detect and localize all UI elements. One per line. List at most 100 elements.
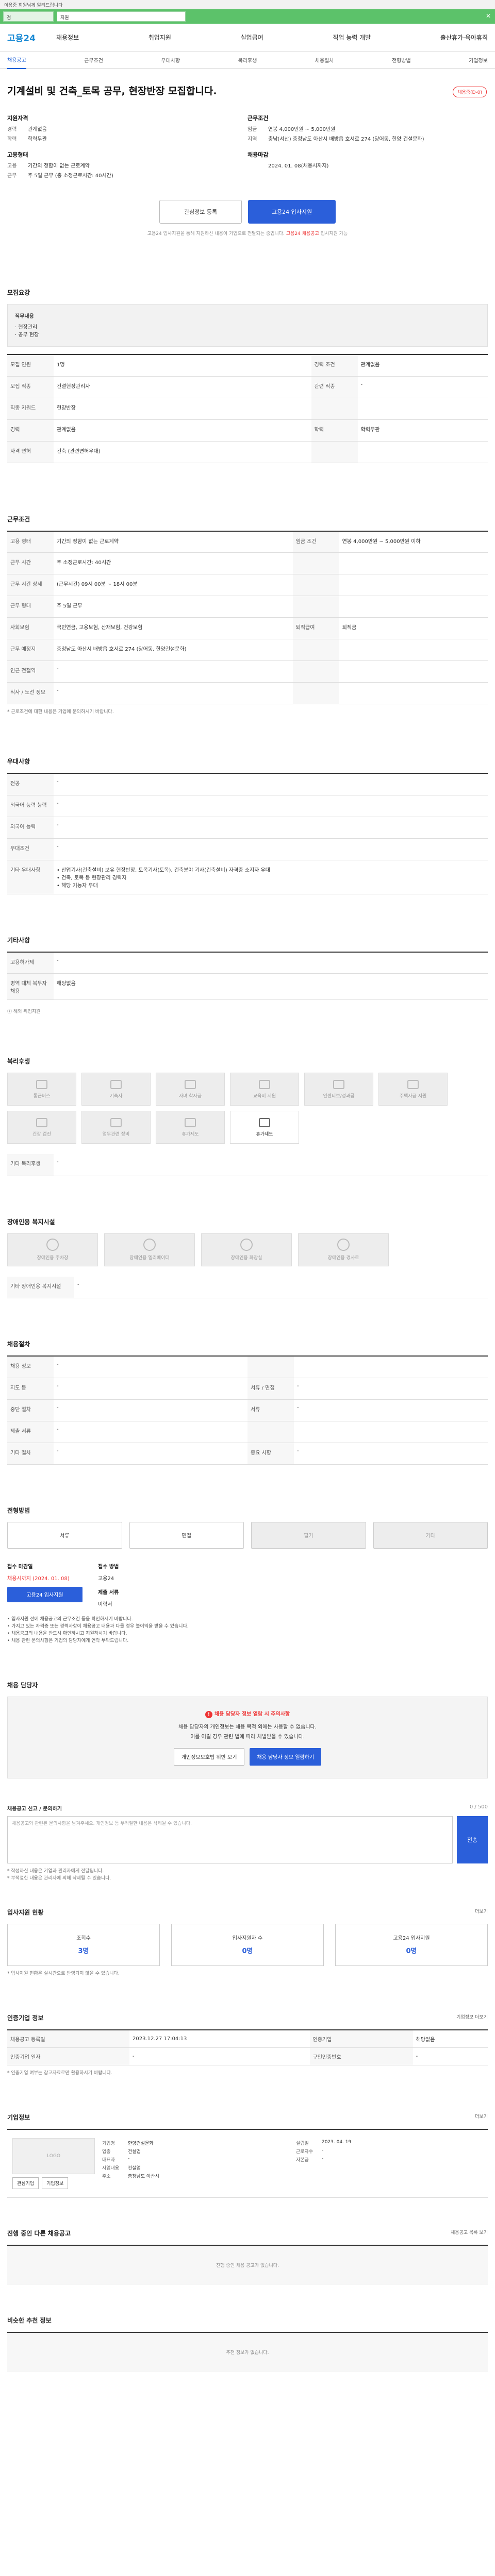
tab[interactable]: 기업정보 <box>469 56 488 64</box>
welfare-item: 인센티브/성과급 <box>304 1073 373 1106</box>
submit-button[interactable]: 전송 <box>457 1816 488 1863</box>
table-header: 자격 면허 <box>7 441 54 463</box>
info-row: 사업내용 건설업 <box>102 2164 289 2171</box>
table-cell: 현장반장 <box>54 398 311 420</box>
value: 고용24 <box>98 1575 114 1582</box>
close-icon[interactable]: ✕ <box>486 12 491 20</box>
table-header: 근무 시간 <box>7 552 54 574</box>
tab[interactable]: 전형방법 <box>392 56 411 64</box>
more-link[interactable]: 더보기 <box>475 1908 488 1914</box>
company-info-button[interactable]: 기업정보 <box>42 2177 69 2189</box>
table-header: 모집 직종 <box>7 376 54 398</box>
section-title: 진행 중인 다른 채용공고 <box>7 2229 71 2237</box>
apply-button[interactable]: 고용24 입사지원 <box>248 200 336 224</box>
facility-label: 장애인용 화장실 <box>230 1256 262 1261</box>
bullet-item: 채용 관련 문의사항은 기업의 담당자에게 연락 부탁드립니다. <box>7 1637 488 1645</box>
table-cell: - <box>54 817 488 839</box>
table-cell <box>357 441 488 463</box>
table-cell: 기간의 정함이 없는 근로계약 <box>54 531 293 553</box>
label: 지역 <box>248 137 257 142</box>
info-row: 자본금 - <box>296 2156 483 2163</box>
welfare-item: 휴가제도 <box>156 1111 225 1144</box>
more-link[interactable]: 기업정보 더보기 <box>456 2013 488 2020</box>
apply-button[interactable]: 고용24 입사지원 <box>7 1586 82 1602</box>
overseas-link[interactable]: ⓘ 해외 취업지원 <box>7 1008 488 1015</box>
tab[interactable]: 우대사항 <box>161 56 180 64</box>
welfare-item: 건강 검진 <box>7 1111 76 1144</box>
favorite-company-button[interactable]: 관심기업 <box>12 2177 39 2189</box>
table-header: 고용허가제 <box>7 952 54 974</box>
logo[interactable]: 고용24 <box>7 31 36 44</box>
info-row: 근로자수 - <box>296 2148 483 2155</box>
welfare-item: 기숙사 <box>81 1073 151 1106</box>
search-type[interactable]: 검 <box>3 11 54 22</box>
table-cell: - <box>54 1399 248 1421</box>
page-title: 기계설비 및 건축_토목 공무, 현장반장 모집합니다. <box>7 86 217 97</box>
table-cell <box>294 1356 488 1378</box>
save-button[interactable]: 관심정보 등록 <box>159 200 242 224</box>
section-tabs: 채용공고 근무조건 우대사항 복리후생 채용절차 전형방법 기업정보 <box>0 52 495 69</box>
table-header: 병역 대체 복무자 채용 <box>7 973 54 1000</box>
value: 충청남도 아산시 <box>128 2174 159 2179</box>
section-title: 입사지원 현황 <box>7 1908 44 1916</box>
welfare-icon <box>36 1117 47 1127</box>
search-input[interactable]: 지원 <box>57 11 186 22</box>
more-link[interactable]: 더보기 <box>475 2113 488 2120</box>
empty-state: 추천 정보가 없습니다. <box>7 2331 488 2372</box>
warning-box: ! 채용 담당자 정보 열람 시 주의사항 채용 담당자의 개인정보는 채용 목적… <box>7 1696 488 1778</box>
table-cell: - <box>294 1399 488 1421</box>
table-cell <box>357 398 488 420</box>
welfare-icon <box>185 1079 196 1089</box>
view-contact-button[interactable]: 채용 담당자 정보 열람하기 <box>250 1748 322 1766</box>
table-header: 경력 <box>7 419 54 442</box>
more-link[interactable]: 채용공고 목록 보기 <box>451 2229 488 2235</box>
privacy-button[interactable]: 개인정보보호법 위반 보기 <box>173 1748 245 1766</box>
section-title: 채용절차 <box>7 1341 30 1348</box>
table-header <box>248 1356 294 1378</box>
table-header: 중요 사항 <box>248 1443 294 1465</box>
tab[interactable]: 복리후생 <box>238 56 257 64</box>
table-cell: 충청남도 아산시 배방읍 호서로 274 (당어동, 한양건설문화) <box>54 639 293 661</box>
label: 근무 <box>7 173 17 179</box>
status-badge: 채용중(D-0) <box>453 87 487 97</box>
table-header: 전공 <box>7 773 54 795</box>
table-row: 근무 예정지 충청남도 아산시 배방읍 호서로 274 (당어동, 한양건설문화) <box>7 639 488 661</box>
tab[interactable]: 채용절차 <box>315 56 334 64</box>
nav-item[interactable]: 실업급여 <box>241 33 263 42</box>
label: 임금 <box>248 127 257 132</box>
welfare-label: 휴가제도 <box>256 1131 273 1137</box>
comment-input[interactable]: 채용공고와 관련된 문의사항을 남겨주세요. 개인정보 등 부적절한 내용은 삭… <box>7 1816 453 1863</box>
nav-item[interactable]: 취업지원 <box>148 33 171 42</box>
stat-label: 고용24 입사지원 <box>393 1935 430 1941</box>
section-title: 채용공고 신고 / 문의하기 <box>7 1806 62 1812</box>
table-header: 외국어 능력 <box>7 817 54 839</box>
section-title: 전형방법 <box>7 1506 30 1514</box>
job-item: · 공무 현장 <box>15 332 39 338</box>
label: 학력 <box>7 137 17 142</box>
label: 주소 <box>102 2174 111 2179</box>
tab[interactable]: 채용공고 <box>7 51 26 69</box>
table-cell: 퇴직금 <box>339 617 488 639</box>
nav-item[interactable]: 출산휴가·육아휴직 <box>440 33 488 42</box>
nav-item[interactable]: 채용정보 <box>56 33 79 42</box>
job-item: · 현장관리 <box>15 325 38 330</box>
table-header: 지도 등 <box>7 1378 54 1400</box>
table-cell: 관계없음 <box>357 354 488 377</box>
table-cell: - <box>54 773 488 795</box>
table-cell: 해당없음 <box>412 2029 488 2048</box>
value: 학력무관 <box>28 137 47 142</box>
section-title: 우대사항 <box>7 758 30 765</box>
welfare-label: 건강 검진 <box>32 1131 51 1137</box>
section-title: 인증기업 정보 <box>7 2014 44 2022</box>
stat-value: 0명 <box>242 1947 253 1955</box>
table-header: 경력 조건 <box>311 354 358 377</box>
info-row: 주소 충청남도 아산시 <box>102 2173 289 2179</box>
alert-icon: ! <box>205 1710 212 1718</box>
section-title: 채용 담당자 <box>7 1681 38 1689</box>
facility-icon <box>240 1239 253 1251</box>
apply-note: 고용24 입사지원을 통해 지원하신 내용이 기업으로 전달되는 중입니다. 고… <box>147 231 348 236</box>
tab[interactable]: 근무조건 <box>84 56 103 64</box>
nav-item[interactable]: 직업 능력 개발 <box>333 33 371 42</box>
table-cell <box>339 682 488 704</box>
table-header <box>292 574 339 596</box>
